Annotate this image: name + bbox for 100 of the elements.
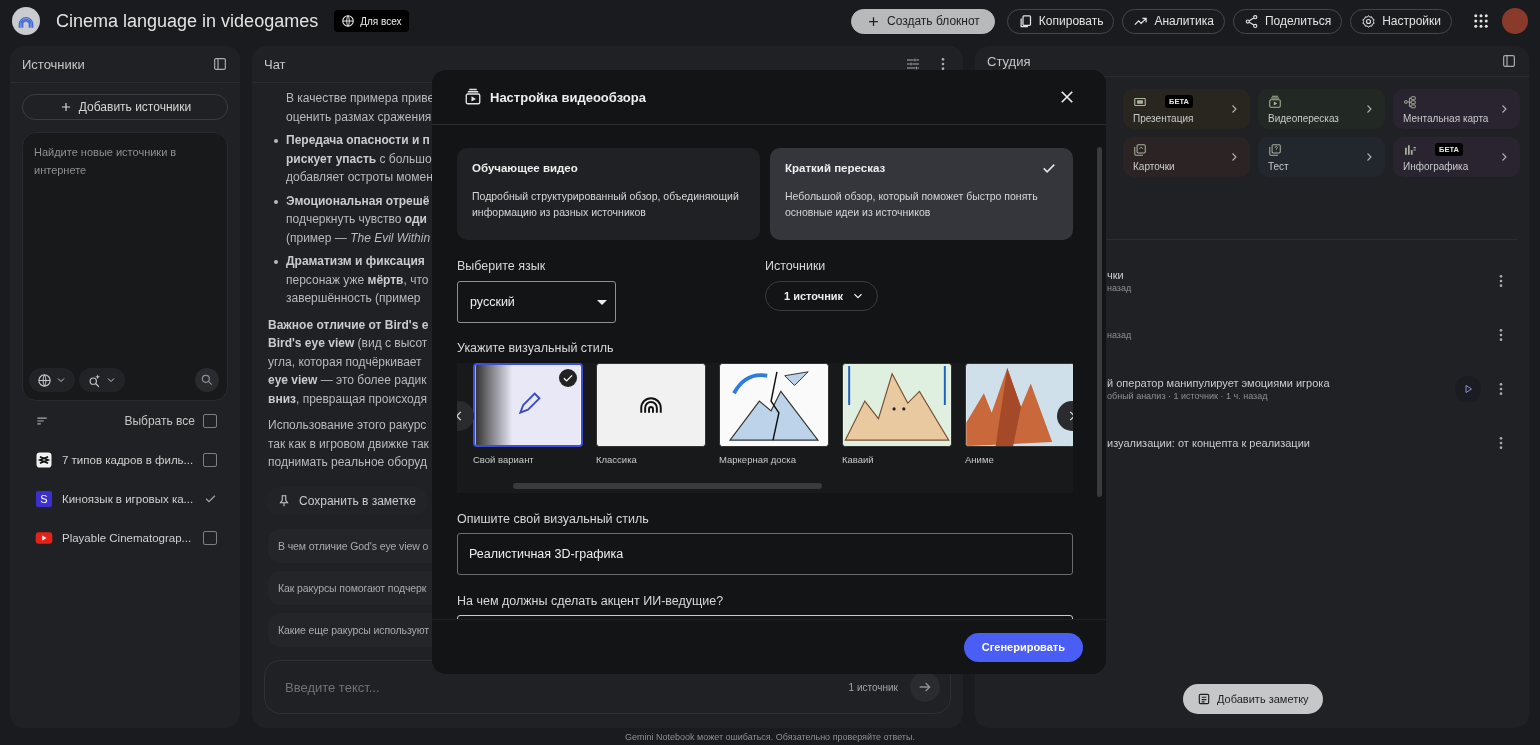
style-description-field[interactable]: Реалистичная 3D-графика xyxy=(457,533,1073,575)
note-item[interactable]: й оператор манипулирует эмоциями игрока обный анализ · 1 источник · 1 ч. назад xyxy=(1107,362,1509,416)
quiz-icon xyxy=(1268,142,1282,157)
format-description: Небольшой обзор, который поможет быстро понять основные идеи из источников xyxy=(785,189,1039,220)
style-label: Каваий xyxy=(842,454,875,465)
tile-label: Карточки xyxy=(1133,160,1176,172)
format-description: Подробный структурированный обзор, объединяющий информацию из разных источников xyxy=(472,189,740,220)
search-field[interactable]: Найдите новые источники в интернете xyxy=(22,132,228,401)
chat-text-line: завершённость (пример xyxy=(286,290,421,307)
checkbox[interactable] xyxy=(203,414,217,428)
video-icon xyxy=(464,88,482,106)
pin-icon xyxy=(277,493,291,508)
studio-tile[interactable]: Тест xyxy=(1258,137,1385,177)
chat-text-line: вниз, превращая происходя xyxy=(268,390,427,408)
globe-icon xyxy=(341,14,356,28)
note-item[interactable]: назад xyxy=(1107,308,1509,362)
dialog-title: Настройка видеообзора xyxy=(490,89,647,105)
play-button[interactable] xyxy=(1455,376,1481,402)
settings-icon xyxy=(1361,13,1377,29)
checkbox[interactable] xyxy=(203,452,217,467)
tile-label: Ментальная карта xyxy=(1403,112,1490,124)
chat-text-line: (пример — The Evil Within xyxy=(286,229,431,247)
add-note-button[interactable]: Добавить заметку xyxy=(1183,684,1323,714)
studio-tile[interactable]: Карточки xyxy=(1123,137,1250,177)
disclaimer-text: Gemini Notebook может ошибаться. Обязательно проверяйте ответы. xyxy=(624,731,916,742)
tile-label: Тест xyxy=(1268,160,1290,172)
chat-text-line: Передача опасности и п xyxy=(286,132,430,149)
bullet-dot xyxy=(274,139,278,143)
sparkle-search-icon xyxy=(87,372,102,388)
note-item[interactable]: чки назад xyxy=(1107,254,1509,308)
source-item[interactable]: S Киноязык в игровых ка... xyxy=(22,479,228,518)
tune-icon[interactable] xyxy=(905,56,921,72)
copy-icon xyxy=(1017,13,1033,29)
chat-text-line: оценить размах сражения xyxy=(286,108,432,126)
send-button[interactable] xyxy=(910,672,940,702)
chat-text-line: Bird's eye view (вид с высот xyxy=(268,335,428,352)
generate-button[interactable]: Сгенерировать xyxy=(963,632,1083,662)
style-label: Аниме xyxy=(965,454,995,465)
chat-text-line: Драматизм и фиксация xyxy=(286,253,425,270)
text-input[interactable]: Введите текст... xyxy=(283,678,837,696)
format-title: Краткий пересказ xyxy=(785,162,886,174)
source-item[interactable]: 7 типов кадров в филь... xyxy=(22,440,228,479)
style-label: Классика xyxy=(596,454,638,465)
horizontal-scrollbar[interactable] xyxy=(513,483,822,489)
bar-chart-icon xyxy=(1403,142,1417,157)
search-icon xyxy=(200,373,214,387)
research-mode-dropdown[interactable] xyxy=(79,368,125,392)
field-label: Источники xyxy=(765,258,827,274)
apps-grid-icon[interactable] xyxy=(1472,12,1490,30)
style-label: Маркерная доска xyxy=(719,454,797,465)
visibility-badge[interactable]: Для всех xyxy=(334,10,409,32)
chat-text-line: eye view — это более радик xyxy=(268,372,427,389)
studio-tile[interactable]: Ментальная карта xyxy=(1393,89,1520,129)
search-text-area[interactable]: Найдите новые источники в интернете xyxy=(23,133,227,362)
note-meta: назад xyxy=(1107,330,1133,340)
panel-title: Чат xyxy=(264,56,286,72)
field-label: На чем должны сделать акцент ИИ-ведущие? xyxy=(457,593,725,609)
note-item[interactable]: изуализации: от концепта к реализации xyxy=(1107,416,1509,470)
note-title: чки xyxy=(1107,269,1125,281)
web-source-dropdown[interactable] xyxy=(29,368,75,392)
sidebar-toggle-icon[interactable] xyxy=(1501,53,1517,69)
style-option[interactable] xyxy=(719,363,829,447)
source-item[interactable]: Playable Cinematograp... xyxy=(22,518,228,557)
language-select[interactable]: русский xyxy=(457,281,616,323)
pencil-icon xyxy=(518,392,541,415)
tile-label: Презентация xyxy=(1133,112,1195,124)
vertical-scrollbar[interactable] xyxy=(1097,147,1102,497)
bullet-dot xyxy=(274,199,278,204)
globe-icon xyxy=(37,372,52,388)
field-label: Выберите язык xyxy=(457,258,547,274)
chat-text-line: добавляет остроты момен xyxy=(286,169,433,186)
style-option[interactable] xyxy=(842,363,952,447)
chat-text-line: Важное отличие от Bird's e xyxy=(268,316,429,334)
note-icon xyxy=(1197,692,1211,706)
field-label: Опишите свой визуальный стиль xyxy=(457,511,650,527)
chat-text-line: угла, которая подчёркивает xyxy=(268,353,422,371)
style-option[interactable] xyxy=(965,363,1073,447)
chat-text-line: подчеркнуть чувство оди xyxy=(286,211,427,228)
sidebar-toggle-icon[interactable] xyxy=(212,56,228,72)
chat-text-line: Использование этого ракурс xyxy=(268,417,427,434)
style-option[interactable] xyxy=(596,363,706,447)
checkbox[interactable] xyxy=(203,530,217,545)
video-icon xyxy=(1268,94,1282,109)
note-meta: назад xyxy=(1107,283,1133,293)
search-button[interactable] xyxy=(195,368,219,392)
source-letter-icon: S xyxy=(36,490,52,507)
chat-text-line: Эмоциональная отрешё xyxy=(286,192,430,210)
studio-tile[interactable]: Видеопересказ xyxy=(1258,89,1385,129)
panel-title: Студия xyxy=(987,53,1031,69)
field-label: Укажите визуальный стиль xyxy=(457,340,615,356)
toolbar-button[interactable]: Создать блокнот xyxy=(851,8,995,34)
format-option[interactable]: Обучающее видео Подробный структурированный обзор, объединяющий информацию из разных источников xyxy=(457,148,760,240)
share-icon xyxy=(1243,13,1259,29)
source-count: 1 источник xyxy=(848,681,898,693)
close-icon[interactable] xyxy=(1058,88,1076,106)
sort-icon[interactable] xyxy=(35,414,49,428)
tile-label: Видеопересказ xyxy=(1268,112,1340,124)
format-option[interactable]: Краткий пересказ Небольшой обзор, который поможет быстро понять основные идеи из источников xyxy=(770,148,1073,240)
style-option[interactable] xyxy=(473,363,583,447)
bullet-dot xyxy=(274,260,278,264)
